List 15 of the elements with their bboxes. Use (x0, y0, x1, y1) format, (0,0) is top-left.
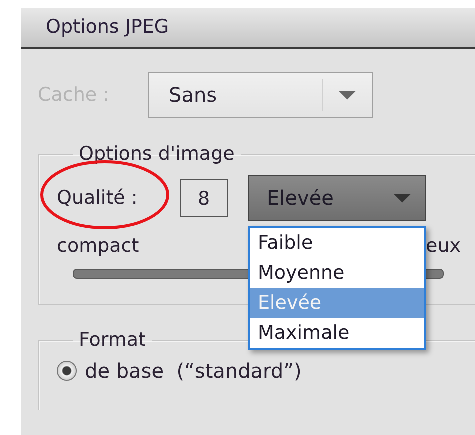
menu-item[interactable]: Faible (250, 228, 424, 258)
group-title: Format (78, 329, 147, 351)
menu-item[interactable]: Maximale (250, 318, 424, 348)
slider-label: eux (426, 235, 461, 257)
slider-label: compact (57, 235, 140, 257)
caret-icon (394, 194, 411, 202)
group-title: Options d'image (78, 143, 236, 165)
caret-icon (339, 90, 356, 100)
quality-field[interactable]: 8 (180, 179, 228, 217)
window-title: Options JPEG (21, 8, 475, 49)
menu-item[interactable]: Moyenne (250, 258, 424, 288)
quality-label: Qualité : (57, 187, 139, 209)
radio-button[interactable] (57, 361, 77, 381)
quality-dropdown[interactable]: Elevée (248, 175, 426, 221)
radio-label: de base (“standard”) (85, 359, 302, 383)
